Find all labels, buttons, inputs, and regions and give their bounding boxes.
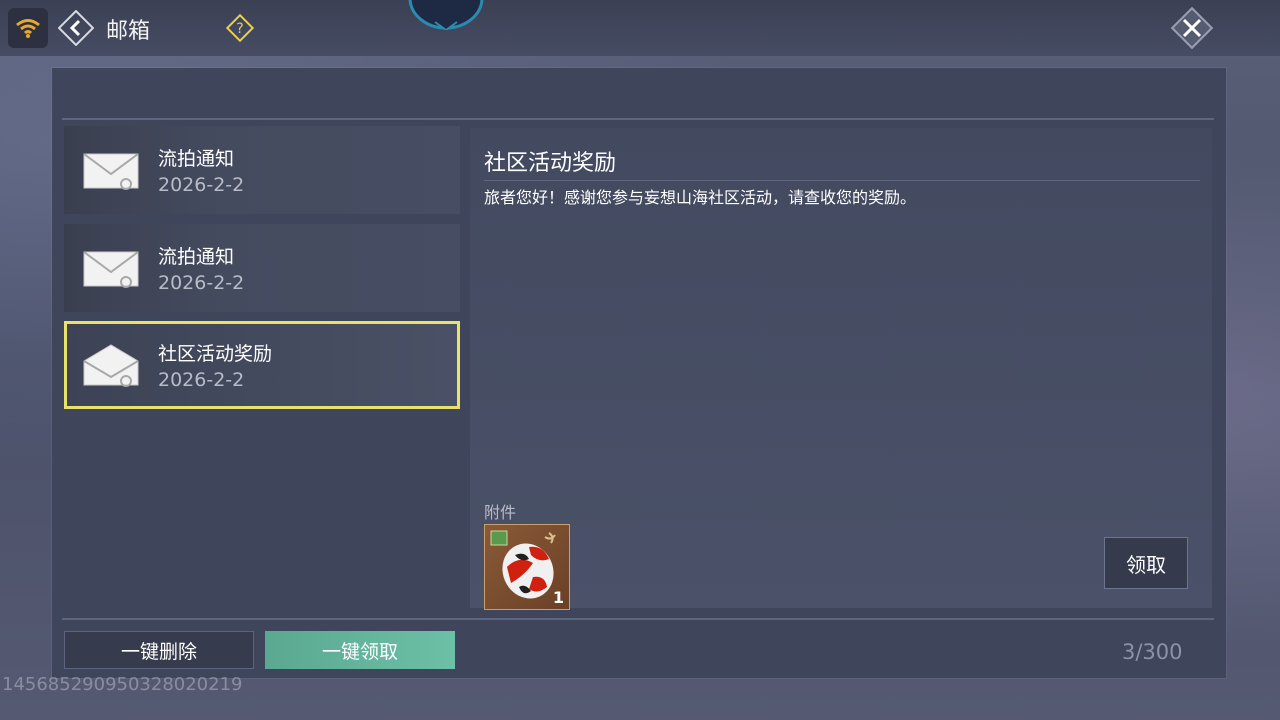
- mail-list-item[interactable]: 流拍通知 2026-2-2: [64, 224, 460, 312]
- divider: [62, 118, 1214, 120]
- mail-date: 2026-2-2: [158, 272, 245, 294]
- question-icon: ?: [225, 13, 255, 43]
- back-arrow-icon: [57, 9, 95, 47]
- envelope-open-icon: [83, 344, 139, 387]
- claim-button[interactable]: 领取: [1104, 537, 1188, 589]
- attachment-label: 附件: [484, 503, 517, 522]
- mail-detail-body: 旅者您好！感谢您参与妄想山海社区活动，请查收您的奖励。: [484, 188, 917, 207]
- emblem-icon: [407, 0, 485, 32]
- mail-title: 社区活动奖励: [158, 343, 273, 365]
- close-icon: [1170, 6, 1214, 50]
- attachment-count: 1: [552, 588, 564, 607]
- attachment-item[interactable]: 1: [484, 524, 570, 610]
- help-button[interactable]: ?: [225, 13, 255, 43]
- top-bar: 邮箱 ?: [0, 0, 1280, 56]
- mail-title: 流拍通知: [158, 148, 235, 170]
- divider: [484, 180, 1200, 181]
- envelope-icon: [83, 251, 139, 288]
- back-button[interactable]: [57, 9, 95, 47]
- delete-all-button[interactable]: 一键删除: [64, 631, 254, 669]
- mail-list-item-selected[interactable]: 社区活动奖励 2026-2-2: [64, 321, 460, 409]
- mail-list-item[interactable]: 流拍通知 2026-2-2: [64, 126, 460, 214]
- close-button[interactable]: [1168, 4, 1216, 52]
- claim-all-button[interactable]: 一键领取: [265, 631, 455, 669]
- mail-count: 3/300: [1122, 640, 1183, 664]
- divider: [62, 618, 1214, 620]
- mail-title: 流拍通知: [158, 246, 235, 268]
- page-title: 邮箱: [106, 19, 151, 44]
- mail-date: 2026-2-2: [158, 369, 245, 391]
- mail-detail-title: 社区活动奖励: [484, 151, 617, 176]
- mail-date: 2026-2-2: [158, 174, 245, 196]
- svg-text:?: ?: [236, 21, 243, 37]
- envelope-icon: [83, 153, 139, 190]
- watermark: 1456852909503280​20219: [2, 674, 243, 695]
- wifi-icon: [8, 8, 48, 48]
